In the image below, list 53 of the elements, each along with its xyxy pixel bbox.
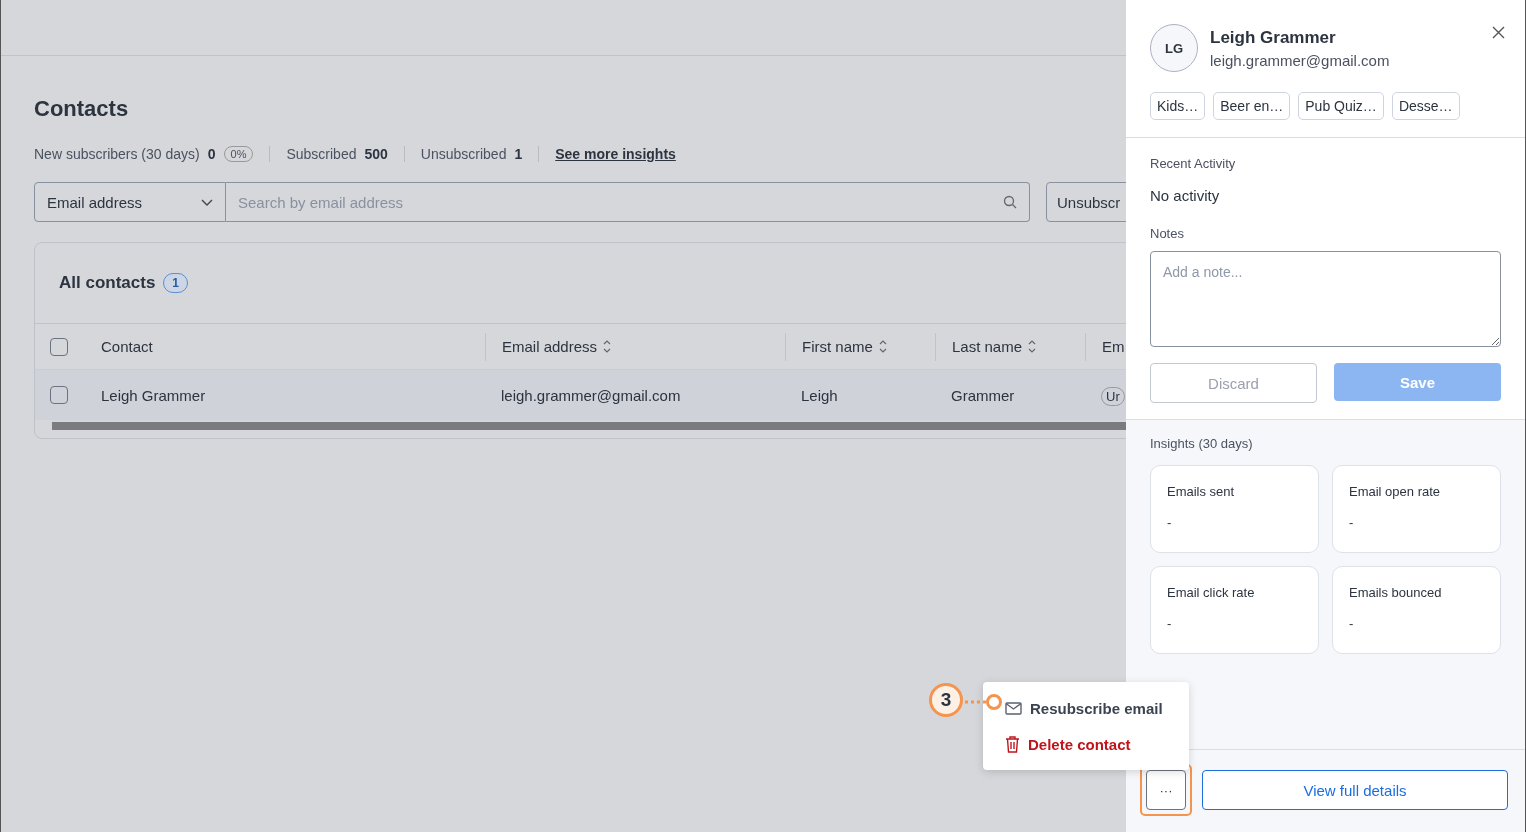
- table-cell-text: Grammer: [950, 386, 1016, 404]
- stat-value: 1: [514, 146, 523, 162]
- page-title: Contacts: [34, 96, 130, 122]
- tag-chip[interactable]: Beer en…: [1213, 92, 1291, 120]
- section-label: Insights (30 days): [1150, 436, 1254, 451]
- activity-text: No activity: [1150, 187, 1221, 204]
- stat-label: Unsubscribed: [420, 146, 507, 162]
- section-label: Recent Activity: [1150, 156, 1237, 171]
- tag-chip[interactable]: Desse…: [1391, 92, 1460, 120]
- more-button[interactable]: ···: [1146, 770, 1186, 810]
- checkbox[interactable]: [50, 337, 68, 356]
- table-cell-text: leigh.grammer@gmail.com: [500, 386, 682, 404]
- avatar: LG: [1150, 24, 1198, 72]
- field-dropdown[interactable]: Email address: [34, 182, 226, 222]
- insight-value: -: [1349, 616, 1355, 631]
- insights-link[interactable]: See more insights: [555, 146, 676, 162]
- leader-line: [964, 694, 1004, 710]
- notes-field[interactable]: Add a note...: [1150, 251, 1501, 347]
- table-title: All contacts: [59, 273, 156, 293]
- insight-label: Emails sent: [1167, 484, 1236, 499]
- count-badge: 1: [163, 273, 189, 293]
- insight-value: -: [1349, 515, 1355, 530]
- stat-label: New subscribers (30 days): [34, 146, 200, 162]
- table-cell-text: Leigh: [800, 386, 839, 404]
- column-header[interactable]: Email address: [485, 332, 785, 361]
- view-details-button[interactable]: View full details: [1202, 770, 1508, 810]
- contact-name: Leigh Grammer: [1210, 27, 1337, 48]
- insight-value: -: [1167, 515, 1173, 530]
- column-header[interactable]: Last name: [935, 332, 1085, 361]
- insight-label: Email click rate: [1167, 585, 1256, 600]
- stat-value: 500: [364, 146, 388, 162]
- search-icon: [1003, 195, 1017, 209]
- column-header[interactable]: First name: [785, 332, 935, 361]
- envelope-icon: [1005, 701, 1022, 715]
- trash-icon: [1005, 735, 1020, 753]
- scrollbar[interactable]: [52, 422, 1126, 430]
- table-cell-text: Leigh Grammer: [101, 386, 207, 404]
- insight-value: -: [1167, 616, 1173, 631]
- stat-label: Subscribed: [286, 146, 357, 162]
- contact-email: leigh.grammer@gmail.com: [1210, 51, 1390, 69]
- stat-value: 0: [207, 146, 216, 162]
- checkbox[interactable]: [50, 386, 68, 404]
- close-icon[interactable]: [1492, 26, 1505, 39]
- chevron-down-icon: [201, 198, 213, 206]
- column-header[interactable]: Contact: [101, 332, 485, 361]
- filter-button[interactable]: Unsubscr: [1046, 182, 1126, 222]
- tag-chip[interactable]: Kids…: [1150, 92, 1206, 120]
- tag-chip[interactable]: Pub Quiz…: [1298, 92, 1384, 120]
- menu-item[interactable]: Delete contact: [983, 726, 1189, 762]
- insight-label: Email open rate: [1349, 484, 1442, 499]
- section-label: Notes: [1150, 226, 1185, 241]
- insight-label: Emails bounced: [1349, 585, 1443, 600]
- menu-item[interactable]: Resubscribe email: [983, 690, 1189, 726]
